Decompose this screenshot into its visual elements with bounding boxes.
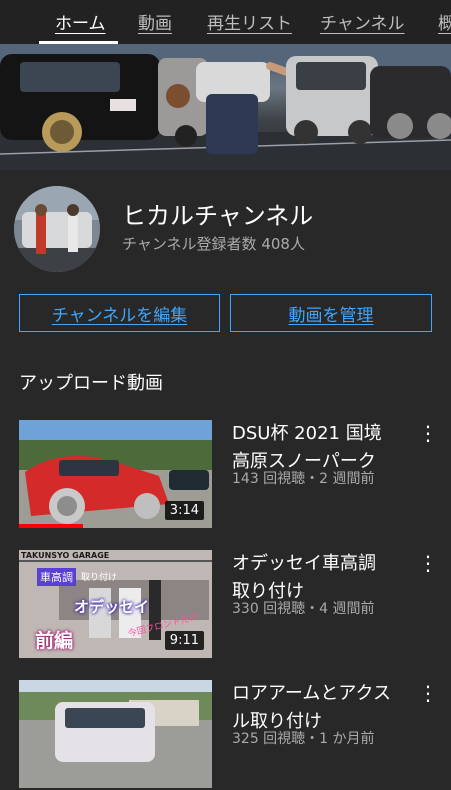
thumbnail-tag-sub-text: 取り付け [81,573,118,583]
uploads-section-title: アップロード動画 [19,373,163,394]
video-meta: 325 回視聴・1 か月前 [232,731,375,747]
video-thumbnail[interactable]: 3:14 [19,420,212,528]
tab-home[interactable]: ホーム [55,9,106,34]
tab-playlists[interactable]: 再生リスト [207,9,292,34]
more-vert-icon[interactable]: ⋮ [418,682,438,704]
video-item[interactable]: ロアアームとアクスル取り付け 325 回視聴・1 か月前 ⋮ [0,680,451,790]
thumbnail-brand-text: TAKUNSYO GARAGE [21,551,110,560]
tab-about[interactable]: 概 [438,9,451,34]
watch-progress-bar [19,524,83,528]
thumbnail-main-text: オデッセイ [74,598,150,616]
channel-avatar[interactable] [14,186,100,272]
channel-name: ヒカルチャンネル [122,202,314,230]
video-item[interactable]: 3:14 DSU杯 2021 国境高原スノーパーク 143 回視聴・2 週間前 … [0,420,451,530]
video-thumbnail[interactable]: TAKUNSYO GARAGE 車高調 取り付け オデッセイ 前編 今回フロント… [19,550,212,658]
video-item[interactable]: TAKUNSYO GARAGE 車高調 取り付け オデッセイ 前編 今回フロント… [0,550,451,660]
channel-banner [0,44,451,170]
thumbnail-part-text: 前編 [35,630,74,652]
avatar-image [14,186,100,272]
edit-channel-button[interactable]: チャンネルを編集 [19,294,220,332]
video-duration: 9:11 [164,631,204,650]
video-meta: 143 回視聴・2 週間前 [232,471,375,487]
more-vert-icon[interactable]: ⋮ [418,552,438,574]
thumbnail-tag-text: 車高調 [37,568,76,586]
tab-channels[interactable]: チャンネル [320,9,405,34]
manage-videos-button[interactable]: 動画を管理 [230,294,432,332]
channel-tabs: ホーム 動画 再生リスト チャンネル 概 [0,0,451,44]
video-meta: 330 回視聴・4 週間前 [232,601,375,617]
banner-image [0,44,451,170]
tab-videos[interactable]: 動画 [138,9,172,34]
more-vert-icon[interactable]: ⋮ [418,422,438,444]
subscriber-count: チャンネル登録者数 408人 [122,235,305,253]
video-duration: 3:14 [164,501,204,520]
video-thumbnail[interactable] [19,680,212,788]
thumbnail-image [19,680,212,788]
